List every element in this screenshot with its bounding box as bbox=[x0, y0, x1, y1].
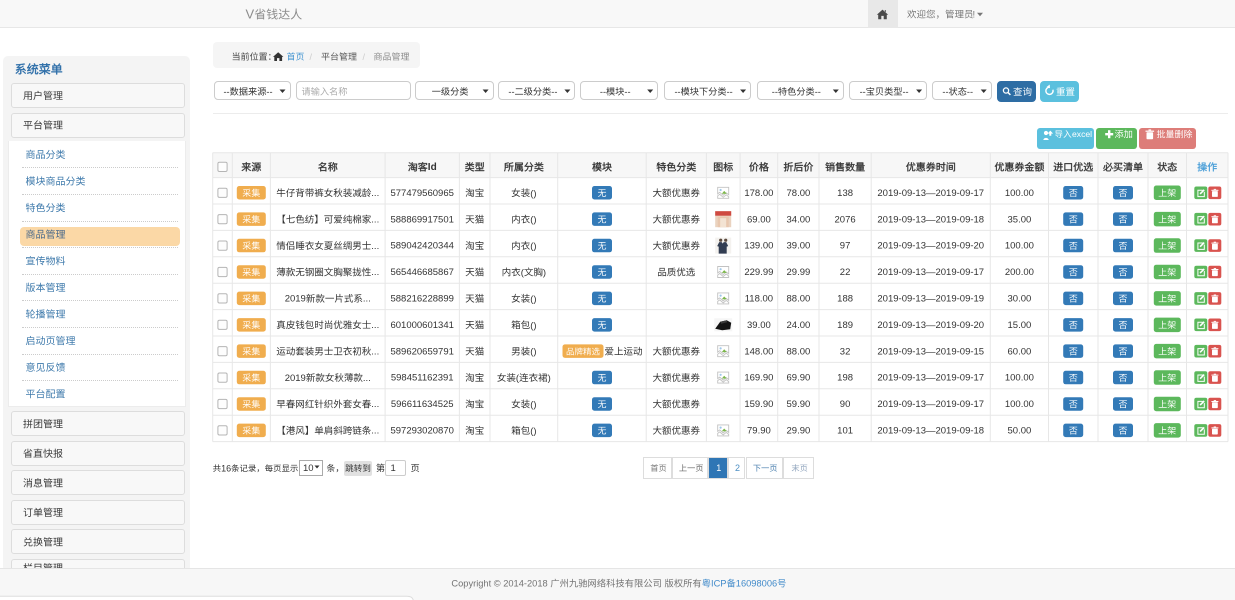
svg-text:577479560965: 577479560965 bbox=[390, 188, 453, 199]
svg-text:100.00: 100.00 bbox=[1005, 373, 1034, 384]
svg-text:...: ... bbox=[371, 188, 379, 199]
svg-text:32: 32 bbox=[840, 346, 851, 357]
svg-text:69.90: 69.90 bbox=[787, 373, 811, 384]
svg-text:189: 189 bbox=[837, 320, 853, 331]
svg-text:39.00: 39.00 bbox=[747, 320, 771, 331]
svg-text:): ) bbox=[543, 268, 546, 279]
svg-text:2019-09-13—2019-09-20: 2019-09-13—2019-09-20 bbox=[877, 320, 984, 331]
svg-text:88.00: 88.00 bbox=[787, 346, 811, 357]
svg-text:2019-09-13—2019-09-15: 2019-09-13—2019-09-15 bbox=[877, 346, 984, 357]
svg-text:29.90: 29.90 bbox=[787, 426, 811, 437]
svg-text:2019-09-13—2019-09-17: 2019-09-13—2019-09-17 bbox=[877, 267, 984, 278]
svg-text:101: 101 bbox=[837, 426, 853, 437]
svg-text:78.00: 78.00 bbox=[787, 188, 811, 199]
svg-text:35.00: 35.00 bbox=[1008, 214, 1032, 225]
svg-text:...: ... bbox=[363, 294, 371, 305]
svg-text:ICP: ICP bbox=[711, 578, 727, 588]
svg-text:...: ... bbox=[371, 320, 379, 331]
svg-text:2019-09-13—2019-09-17: 2019-09-13—2019-09-17 bbox=[877, 188, 984, 199]
svg-text:97: 97 bbox=[840, 241, 851, 252]
svg-text:59.90: 59.90 bbox=[787, 399, 811, 410]
svg-text:2019: 2019 bbox=[285, 294, 306, 305]
svg-text:2019: 2019 bbox=[285, 373, 306, 384]
svg-text:90: 90 bbox=[840, 399, 851, 410]
svg-text:596611634525: 596611634525 bbox=[391, 399, 454, 410]
svg-text:(): () bbox=[530, 215, 536, 226]
svg-text:169.90: 169.90 bbox=[744, 373, 773, 384]
svg-text:69.00: 69.00 bbox=[747, 214, 771, 225]
svg-text:118.00: 118.00 bbox=[745, 294, 773, 305]
svg-text:Id: Id bbox=[428, 162, 437, 173]
svg-text:200.00: 200.00 bbox=[1005, 267, 1034, 278]
svg-text:2019-09-13—2019-09-18: 2019-09-13—2019-09-18 bbox=[877, 214, 984, 225]
svg-text:30.00: 30.00 bbox=[1008, 294, 1032, 305]
svg-text:88.00: 88.00 bbox=[787, 294, 811, 305]
svg-text:2019-09-13—2019-09-20: 2019-09-13—2019-09-20 bbox=[877, 241, 984, 252]
svg-text:2019-09-13—2019-09-17: 2019-09-13—2019-09-17 bbox=[877, 373, 984, 384]
svg-text:100.00: 100.00 bbox=[1005, 399, 1034, 410]
svg-text:138: 138 bbox=[837, 188, 853, 199]
svg-text:(): () bbox=[530, 188, 536, 199]
svg-text:(): () bbox=[530, 294, 536, 305]
svg-text:178.00: 178.00 bbox=[744, 188, 773, 199]
svg-text:(): () bbox=[530, 320, 536, 331]
svg-text:597293020870: 597293020870 bbox=[390, 426, 453, 437]
svg-text:588216228899: 588216228899 bbox=[390, 294, 453, 305]
svg-text:15.00: 15.00 bbox=[1008, 320, 1032, 331]
svg-text:565446685867: 565446685867 bbox=[390, 267, 453, 278]
svg-text:139.00: 139.00 bbox=[744, 241, 773, 252]
svg-text:...: ... bbox=[363, 373, 371, 384]
svg-text:(): () bbox=[530, 400, 536, 411]
svg-text:29.99: 29.99 bbox=[787, 267, 811, 278]
svg-text:): ) bbox=[548, 373, 551, 384]
svg-text:(: ( bbox=[521, 268, 525, 279]
svg-text:16: 16 bbox=[221, 463, 231, 473]
svg-text:229.99: 229.99 bbox=[744, 267, 773, 278]
svg-text:34.00: 34.00 bbox=[787, 214, 811, 225]
svg-text:598451162391: 598451162391 bbox=[391, 373, 454, 384]
svg-text:198: 198 bbox=[837, 373, 853, 384]
svg-text:39.00: 39.00 bbox=[787, 241, 811, 252]
svg-text:589042420344: 589042420344 bbox=[390, 241, 453, 252]
svg-text:...: ... bbox=[371, 399, 379, 410]
svg-text:...: ... bbox=[371, 346, 379, 357]
svg-text:(): () bbox=[530, 426, 536, 437]
svg-text:100.00: 100.00 bbox=[1005, 188, 1034, 199]
svg-text:22: 22 bbox=[840, 267, 851, 278]
svg-text:188: 188 bbox=[837, 294, 853, 305]
svg-text:601000601341: 601000601341 bbox=[390, 320, 453, 331]
svg-text:16098006: 16098006 bbox=[736, 578, 777, 588]
svg-text:2076: 2076 bbox=[835, 214, 856, 225]
svg-text:100.00: 100.00 bbox=[1005, 241, 1034, 252]
svg-text:(): () bbox=[530, 347, 536, 358]
svg-text:...: ... bbox=[371, 214, 379, 225]
svg-text:...: ... bbox=[371, 426, 379, 437]
svg-text:...: ... bbox=[371, 267, 379, 278]
svg-text:79.90: 79.90 bbox=[747, 426, 771, 437]
svg-text:2019-09-13—2019-09-19: 2019-09-13—2019-09-19 bbox=[877, 294, 984, 305]
svg-text:148.00: 148.00 bbox=[744, 346, 773, 357]
svg-text:159.90: 159.90 bbox=[744, 399, 773, 410]
svg-text:588869917501: 588869917501 bbox=[390, 214, 453, 225]
svg-text:24.00: 24.00 bbox=[787, 320, 811, 331]
svg-text:589620659791: 589620659791 bbox=[390, 346, 453, 357]
svg-text:(): () bbox=[530, 241, 536, 252]
svg-text:2019-09-13—2019-09-17: 2019-09-13—2019-09-17 bbox=[877, 399, 984, 410]
svg-text:50.00: 50.00 bbox=[1008, 426, 1032, 437]
svg-text:...: ... bbox=[371, 241, 379, 252]
svg-text:2019-09-13—2019-09-18: 2019-09-13—2019-09-18 bbox=[877, 426, 984, 437]
svg-text:Copyright © 2014-2018: Copyright © 2014-2018 bbox=[451, 578, 547, 588]
svg-text:(: ( bbox=[516, 373, 520, 384]
svg-text:60.00: 60.00 bbox=[1008, 346, 1032, 357]
